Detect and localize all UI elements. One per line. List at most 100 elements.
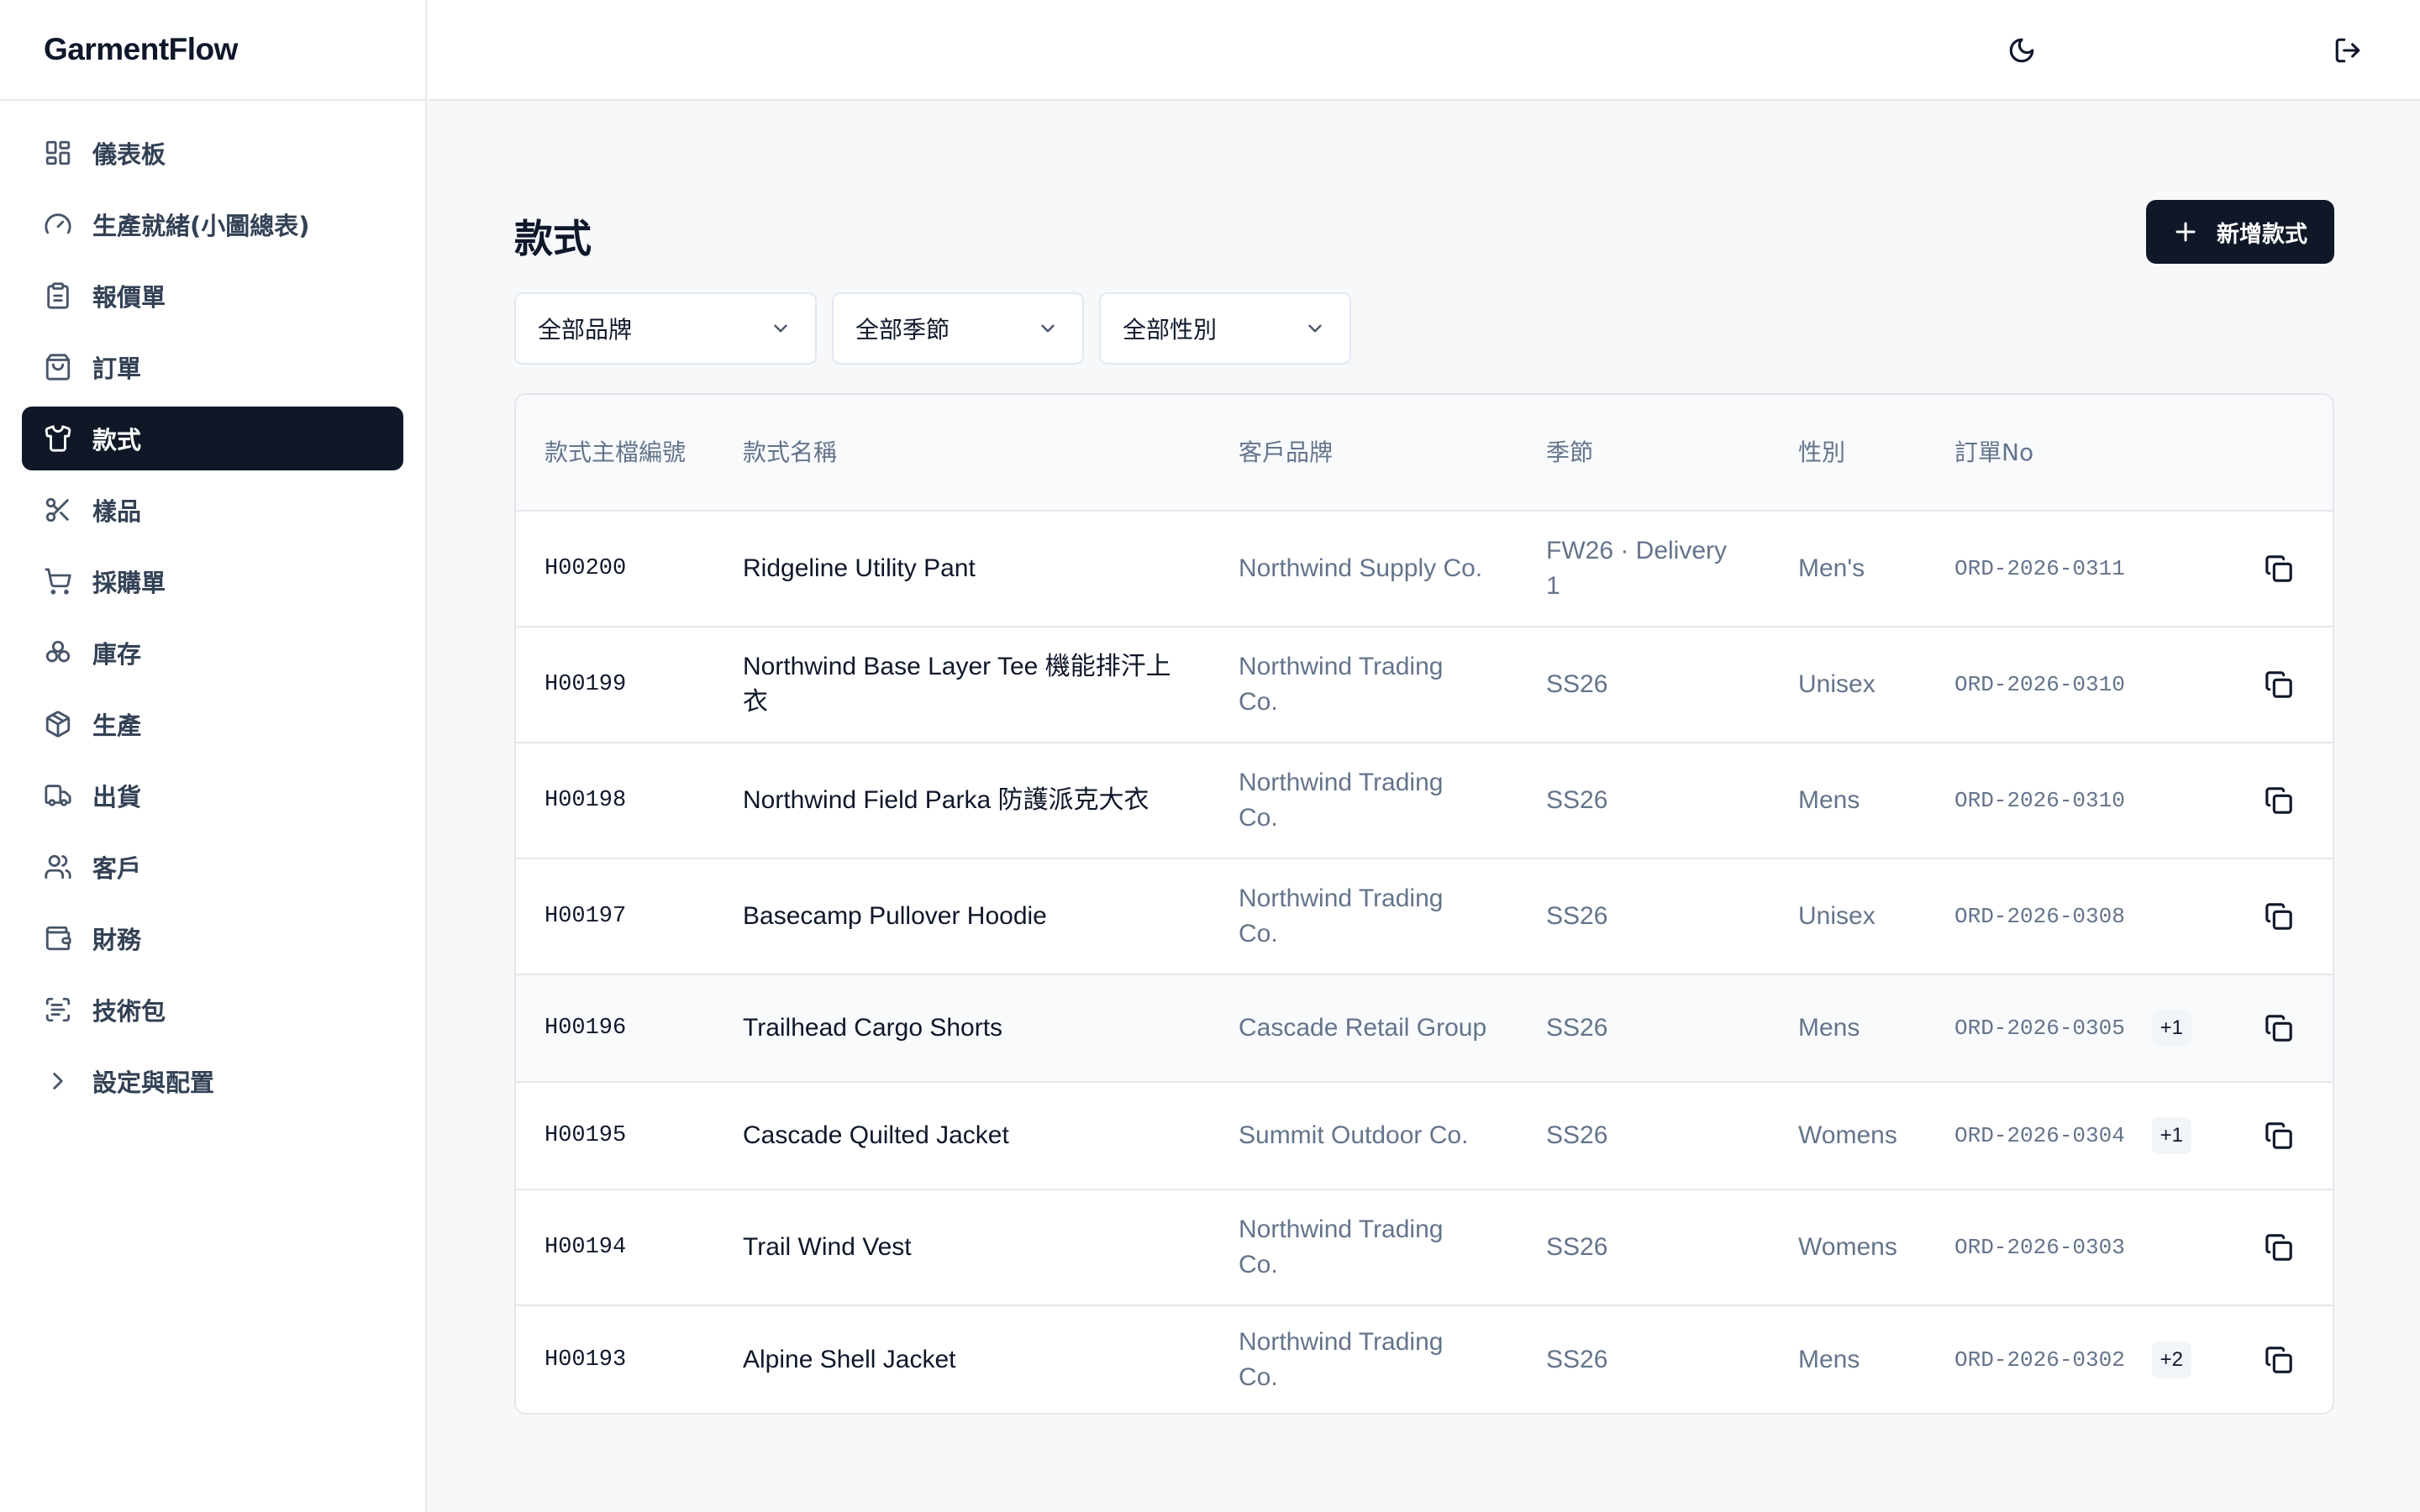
brand-cell: Northwind Supply Co.: [1210, 511, 1518, 627]
gauge-icon: [44, 210, 72, 239]
sidebar-item-settings[interactable]: 設定與配置: [22, 1049, 403, 1113]
style-name-cell: Trail Wind Vest: [714, 1189, 1210, 1306]
sidebar-item-label: 生產就緒(小圖總表): [92, 212, 310, 240]
style-name-cell: Basecamp Pullover Hoodie: [714, 858, 1210, 975]
season-cell: FW26 · Delivery 1: [1518, 511, 1770, 627]
season-cell: SS26: [1518, 974, 1770, 1083]
sidebar-item-label: 生產: [92, 711, 142, 740]
sidebar-item-shipping[interactable]: 出貨: [22, 764, 403, 827]
table-row[interactable]: H00194 Trail Wind Vest Northwind Trading…: [516, 1189, 2333, 1306]
brand-cell: Northwind Trading Co.: [1210, 743, 1518, 859]
table-row[interactable]: H00193 Alpine Shell Jacket Northwind Tra…: [516, 1305, 2333, 1413]
style-code-cell: H00199: [516, 627, 714, 743]
brand-cell: Northwind Trading Co.: [1210, 1189, 1518, 1306]
style-code-cell: H00193: [544, 1347, 627, 1373]
table-row[interactable]: H00199 Northwind Base Layer Tee 機能排汗上衣 N…: [516, 627, 2333, 743]
copy-icon: [2265, 903, 2292, 930]
copy-style-button[interactable]: [2259, 664, 2299, 705]
order-number: ORD-2026-0311: [1954, 556, 2125, 581]
sidebar-item-styles[interactable]: 款式: [22, 407, 403, 470]
copy-style-button[interactable]: [2259, 1340, 2299, 1380]
brand-cell: Summit Outdoor Co.: [1210, 1082, 1518, 1190]
table-row[interactable]: H00200 Ridgeline Utility Pant Northwind …: [516, 511, 2333, 627]
style-code-cell: H00194: [516, 1189, 714, 1306]
sidebar-item-label: 財務: [92, 926, 142, 954]
sidebar-item-production[interactable]: 生產: [22, 692, 403, 756]
order-cell-content: ORD-2026-0304 +1: [1954, 1117, 2195, 1154]
extra-orders-badge[interactable]: +1: [2151, 1010, 2191, 1047]
theme-toggle-button[interactable]: [2003, 32, 2040, 69]
copy-icon: [2265, 1346, 2292, 1373]
gender-filter-value: 全部性別: [1123, 316, 1218, 344]
order-cell: ORD-2026-0308: [1926, 858, 2223, 975]
copy-style-button[interactable]: [2259, 780, 2299, 821]
sidebar-item-finance[interactable]: 財務: [22, 906, 403, 970]
users-icon: [44, 853, 72, 881]
gender-cell: Men's: [1770, 511, 1926, 627]
column-header-code[interactable]: 款式主檔編號: [516, 395, 714, 512]
copy-style-button[interactable]: [2259, 1227, 2299, 1268]
add-style-button[interactable]: 新增款式: [2146, 200, 2334, 264]
copy-style-button[interactable]: [2259, 1116, 2299, 1156]
sidebar-item-production-ready[interactable]: 生產就緒(小圖總表): [22, 192, 403, 256]
column-header-name[interactable]: 款式名稱: [714, 395, 1210, 512]
sidebar-item-tech-pack[interactable]: 技術包: [22, 978, 403, 1042]
brand-filter-select[interactable]: 全部品牌: [514, 292, 817, 365]
gender-filter-select[interactable]: 全部性別: [1099, 292, 1351, 365]
order-cell: ORD-2026-0305 +1: [1926, 974, 2223, 1083]
copy-icon: [2265, 1015, 2292, 1042]
sidebar-item-quotes[interactable]: 報價單: [22, 264, 403, 328]
table-row[interactable]: H00197 Basecamp Pullover Hoodie Northwin…: [516, 858, 2333, 975]
copy-style-button[interactable]: [2259, 896, 2299, 937]
gender-cell: Mens: [1798, 1345, 1860, 1373]
sidebar: GarmentFlow 儀表板 生產就緒(小圖總表) 報價單 訂單 款式 樣品 …: [0, 0, 427, 1512]
style-name-cell: Trailhead Cargo Shorts: [714, 974, 1210, 1083]
order-number: ORD-2026-0303: [1954, 1235, 2125, 1260]
copy-icon: [2265, 671, 2292, 698]
sidebar-item-label: 款式: [92, 426, 142, 454]
clipboard-icon: [44, 281, 72, 310]
sidebar-item-label: 報價單: [92, 283, 166, 312]
season-filter-value: 全部季節: [855, 316, 950, 344]
sidebar-item-customers[interactable]: 客戶: [22, 835, 403, 899]
gender-cell: Mens: [1770, 974, 1926, 1083]
order-cell: ORD-2026-0310: [1926, 627, 2223, 743]
season-cell: SS26: [1518, 627, 1770, 743]
truck-icon: [44, 781, 72, 810]
sidebar-item-inventory[interactable]: 庫存: [22, 621, 403, 685]
filter-bar: 全部品牌 全部季節 全部性別: [514, 292, 1366, 365]
scissors-icon: [44, 496, 72, 524]
style-code-cell: H00200: [516, 511, 714, 627]
dashboard-icon: [44, 139, 72, 167]
gender-cell: Mens: [1770, 743, 1926, 859]
style-name-cell: Alpine Shell Jacket: [743, 1345, 956, 1373]
chevron-right-icon: [44, 1067, 72, 1095]
sidebar-item-dashboard[interactable]: 儀表板: [22, 121, 403, 185]
season-filter-select[interactable]: 全部季節: [832, 292, 1084, 365]
extra-orders-badge[interactable]: +2: [2151, 1341, 2191, 1378]
brand-cell: Northwind Trading Co.: [1210, 627, 1518, 743]
app-logo[interactable]: GarmentFlow: [0, 0, 425, 101]
sidebar-item-samples[interactable]: 樣品: [22, 478, 403, 542]
moon-icon: [2009, 38, 2034, 63]
sidebar-item-label: 出貨: [92, 783, 142, 811]
gender-cell: Unisex: [1770, 858, 1926, 975]
sidebar-item-purchase-orders[interactable]: 採購單: [22, 549, 403, 613]
table-row[interactable]: H00195 Cascade Quilted Jacket Summit Out…: [516, 1082, 2333, 1190]
logout-button[interactable]: [2329, 32, 2366, 69]
season-cell: SS26: [1518, 743, 1770, 859]
column-header-gender[interactable]: 性別: [1770, 395, 1926, 512]
table-row[interactable]: H00198 Northwind Field Parka 防護派克大衣 Nort…: [516, 743, 2333, 859]
column-header-season[interactable]: 季節: [1518, 395, 1770, 512]
sidebar-item-orders[interactable]: 訂單: [22, 335, 403, 399]
copy-style-button[interactable]: [2259, 549, 2299, 589]
scan-text-icon: [44, 995, 72, 1024]
column-header-brand[interactable]: 客戶品牌: [1210, 395, 1518, 512]
copy-style-button[interactable]: [2259, 1008, 2299, 1048]
table-row[interactable]: H00196 Trailhead Cargo Shorts Cascade Re…: [516, 974, 2333, 1083]
sidebar-item-label: 設定與配置: [92, 1068, 215, 1097]
sidebar-item-label: 客戶: [92, 854, 142, 883]
order-number: ORD-2026-0310: [1954, 788, 2125, 813]
column-header-order[interactable]: 訂單No: [1926, 395, 2223, 512]
extra-orders-badge[interactable]: +1: [2151, 1117, 2191, 1154]
